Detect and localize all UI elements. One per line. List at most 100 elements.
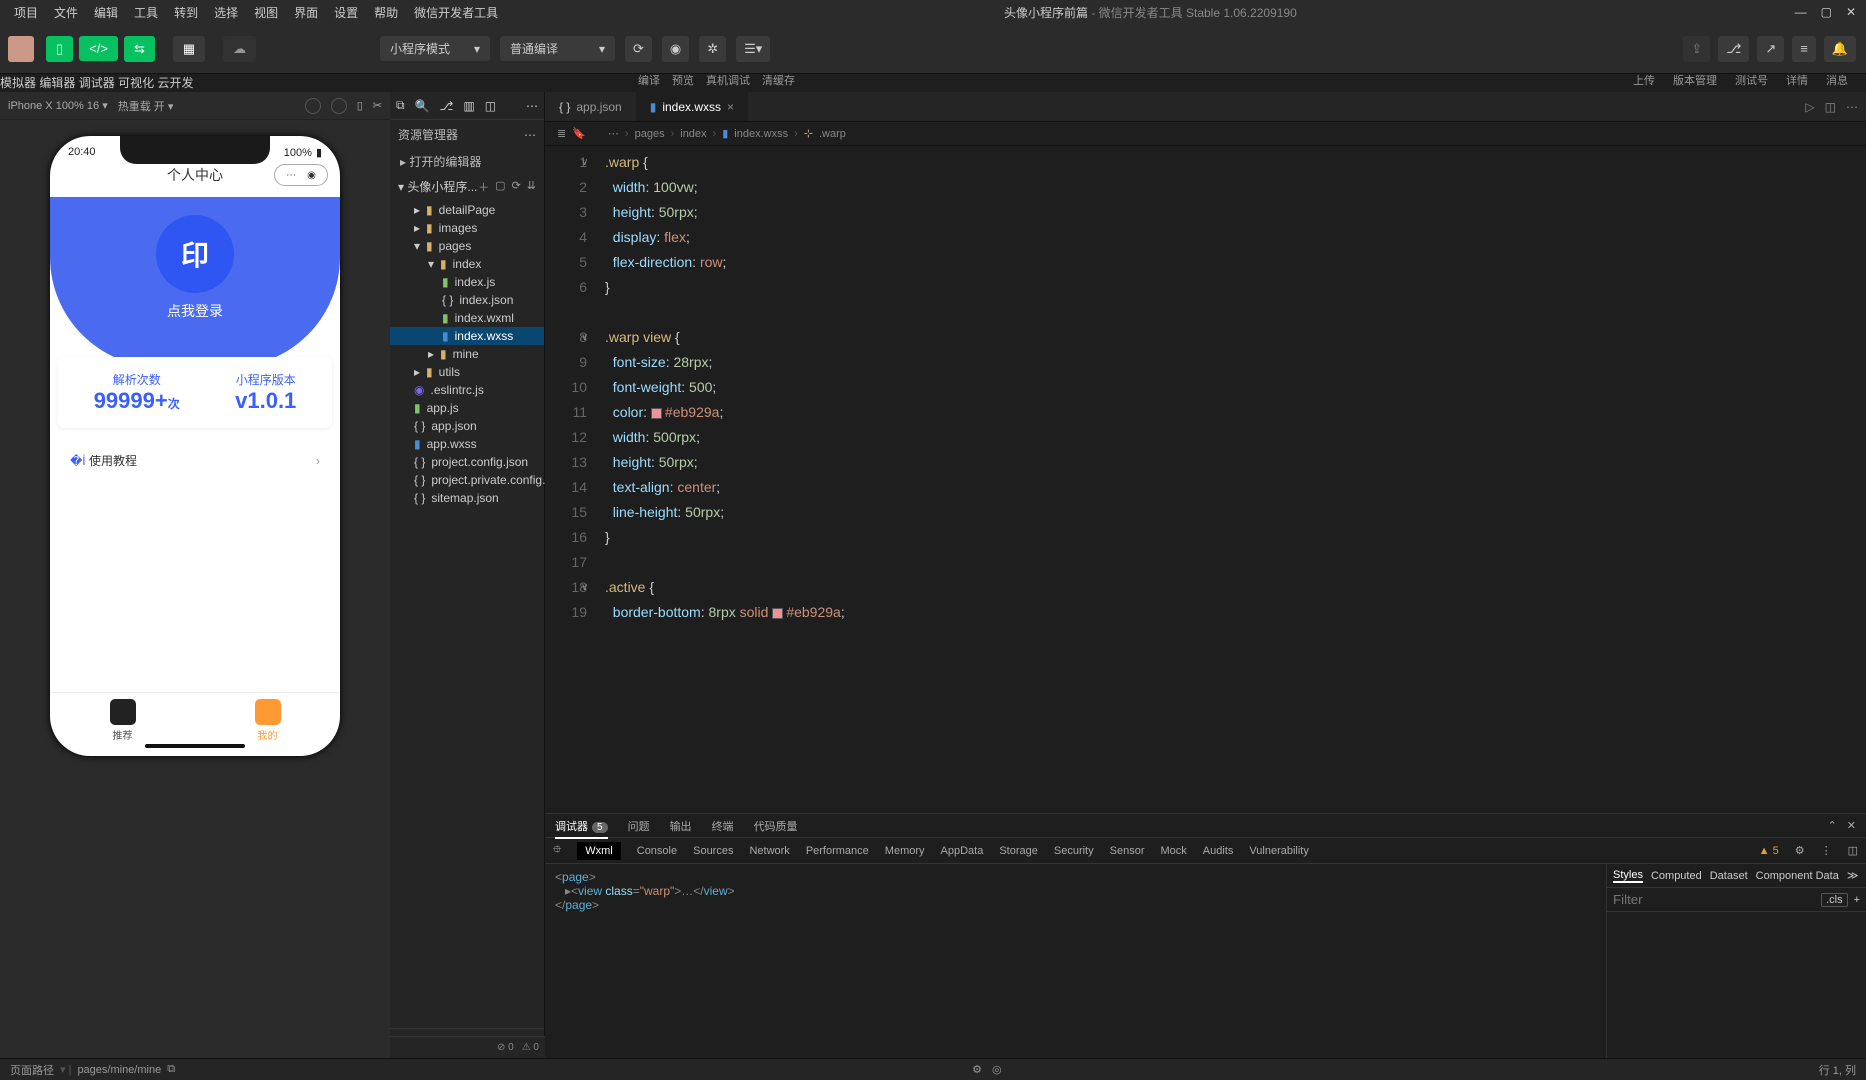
menu-project[interactable]: 项目 (6, 4, 46, 21)
avatar[interactable] (8, 36, 34, 62)
upload-button[interactable]: ⇪ (1683, 36, 1710, 62)
phone-simulator[interactable]: 20:40 100% ▮ 个人中心 ⋯◉ 印 点我登录 解析次数 99999+次… (50, 136, 340, 756)
visual-button[interactable]: ▦ (173, 36, 205, 62)
new-folder-icon[interactable]: ▢ (495, 179, 505, 195)
menu-interface[interactable]: 界面 (286, 4, 326, 21)
collapse-all-icon[interactable]: ⇊ (527, 179, 536, 195)
dt-sources[interactable]: Sources (693, 845, 733, 857)
file-index-wxml[interactable]: ▮ index.wxml (390, 309, 544, 327)
warnings-count[interactable]: ⚠ 0 (522, 1042, 539, 1053)
cloud-dev-button[interactable]: ☁ (223, 36, 256, 62)
dt-security[interactable]: Security (1054, 845, 1094, 857)
styles-tab[interactable]: Styles (1613, 869, 1643, 883)
editor-button[interactable]: </> (79, 36, 118, 61)
dt-warnings[interactable]: ▲ 5 (1759, 845, 1779, 857)
device-label dropdown[interactable]: iPhone X 100% 16 ▾ (8, 99, 108, 112)
page-path-value[interactable]: pages/mine/mine (77, 1064, 161, 1076)
close-tab-icon[interactable]: × (727, 100, 734, 114)
file-appjson[interactable]: { } app.json (390, 417, 544, 435)
version-button[interactable]: ⎇ (1718, 36, 1749, 62)
simulator-button[interactable]: ▯ (46, 36, 73, 62)
split-icon[interactable]: ◫ (485, 99, 496, 113)
componentdata-tab[interactable]: Component Data (1756, 870, 1839, 882)
refresh-icon[interactable]: ⟳ (512, 179, 521, 195)
new-file-icon[interactable]: ＋ (478, 179, 489, 195)
collapse-icon[interactable]: ⋯ (526, 99, 538, 113)
tutorial-row[interactable]: �İ 使用教程 › (58, 440, 332, 481)
preview-button[interactable]: ◉ (662, 36, 689, 62)
file-appjs[interactable]: ▮ app.js (390, 399, 544, 417)
menu-edit[interactable]: 编辑 (86, 4, 126, 21)
explorer-icon[interactable]: ⧉ (396, 98, 405, 113)
dt-inspect-icon[interactable]: ⯐ (553, 841, 561, 860)
testnum-button[interactable]: ↗ (1757, 36, 1784, 62)
more-editor-icon[interactable]: ⋯ (1846, 100, 1858, 114)
stat-parse-count[interactable]: 解析次数 99999+次 (94, 371, 180, 414)
menu-goto[interactable]: 转到 (166, 4, 206, 21)
search-icon[interactable]: 🔍 (415, 99, 430, 113)
dt-more-icon[interactable]: ⋮ (1821, 844, 1832, 857)
errors-count[interactable]: ⊘ 0 (497, 1042, 514, 1053)
menu-wechat-devtools[interactable]: 微信开发者工具 (406, 4, 506, 21)
side-more-icon[interactable]: ≫ (1847, 869, 1859, 882)
cut-icon[interactable]: ✂ (373, 99, 382, 112)
menu-tool[interactable]: 工具 (126, 4, 166, 21)
code-editor[interactable]: 123456 8910111213141516171819 .warp { wi… (545, 146, 1866, 813)
cls-button[interactable]: .cls (1821, 893, 1848, 907)
folder-mine[interactable]: ▸ ▮ mine (390, 345, 544, 363)
rotate-icon[interactable] (331, 98, 347, 114)
more-icon[interactable]: ⋯ (524, 128, 536, 142)
file-sitemap[interactable]: { } sitemap.json (390, 489, 544, 507)
copy-icon[interactable]: ⧉ (167, 1063, 175, 1076)
dt-collapse-icon[interactable]: ⌃ (1828, 819, 1837, 832)
sim-gear-icon[interactable]: ⚙ (972, 1063, 982, 1076)
menu-settings[interactable]: 设置 (326, 4, 366, 21)
dt-appdata[interactable]: AppData (941, 845, 984, 857)
folder-detailpage[interactable]: ▸ ▮ detailPage (390, 201, 544, 219)
mode-dropdown[interactable]: 小程序模式▾ (380, 36, 490, 61)
maximize-icon[interactable]: ▢ (1821, 5, 1832, 19)
bc-list-icon[interactable]: ≣ (557, 127, 566, 140)
layout-icon[interactable]: ▥ (463, 99, 474, 113)
file-index-json[interactable]: { } index.json (390, 291, 544, 309)
dt-tab-terminal[interactable]: 终端 (712, 818, 734, 834)
compile-button[interactable]: ⟳ (625, 36, 652, 62)
dt-close-icon[interactable]: ✕ (1847, 819, 1856, 832)
dt-storage[interactable]: Storage (999, 845, 1038, 857)
dt-console[interactable]: Console (637, 845, 677, 857)
breadcrumb[interactable]: ≣ 🔖 ⋯› pages› index› ▮index.wxss› ⊹.warp (545, 122, 1866, 146)
dt-performance[interactable]: Performance (806, 845, 869, 857)
tab-indexwxss[interactable]: ▮index.wxss× (636, 92, 748, 121)
open-editors-header[interactable]: ▸ 打开的编辑器 (390, 149, 544, 174)
sim-eye-icon[interactable]: ◎ (992, 1063, 1002, 1076)
file-index-js[interactable]: ▮ index.js (390, 273, 544, 291)
file-appwxss[interactable]: ▮ app.wxss (390, 435, 544, 453)
file-project-private[interactable]: { } project.private.config.js... (390, 471, 544, 489)
menu-file[interactable]: 文件 (46, 4, 86, 21)
mute-icon[interactable] (305, 98, 321, 114)
debugger-button[interactable]: ⇆ (124, 36, 155, 62)
dt-dock-icon[interactable]: ◫ (1848, 844, 1858, 857)
close-icon[interactable]: ✕ (1846, 5, 1856, 19)
hotreload-dropdown[interactable]: 热重载 开 ▾ (118, 98, 174, 114)
dt-gear-icon[interactable]: ⚙ (1795, 844, 1805, 857)
dt-network[interactable]: Network (749, 845, 789, 857)
dt-tab-problems[interactable]: 问题 (628, 818, 650, 834)
dt-tab-debugger[interactable]: 调试器5 (555, 818, 608, 834)
bc-bookmark-icon[interactable]: 🔖 (572, 127, 586, 140)
dt-memory[interactable]: Memory (885, 845, 925, 857)
project-header[interactable]: ▾ 头像小程序... ＋▢⟳⇊ (390, 174, 544, 199)
message-button[interactable]: 🔔 (1824, 36, 1856, 62)
device-icon[interactable]: ▯ (357, 99, 363, 112)
menu-help[interactable]: 帮助 (366, 4, 406, 21)
minimize-icon[interactable]: — (1795, 5, 1807, 19)
cursor-position[interactable]: 行 1, 列 (1819, 1062, 1856, 1078)
dt-mock[interactable]: Mock (1160, 845, 1186, 857)
split-editor-icon[interactable]: ◫ (1825, 100, 1836, 114)
file-index-wxss[interactable]: ▮ index.wxss (390, 327, 544, 345)
folder-utils[interactable]: ▸ ▮ utils (390, 363, 544, 381)
styles-filter-input[interactable] (1613, 892, 1815, 907)
dt-sensor[interactable]: Sensor (1110, 845, 1145, 857)
dt-tab-output[interactable]: 输出 (670, 818, 692, 834)
git-icon[interactable]: ⎇ (440, 99, 454, 113)
